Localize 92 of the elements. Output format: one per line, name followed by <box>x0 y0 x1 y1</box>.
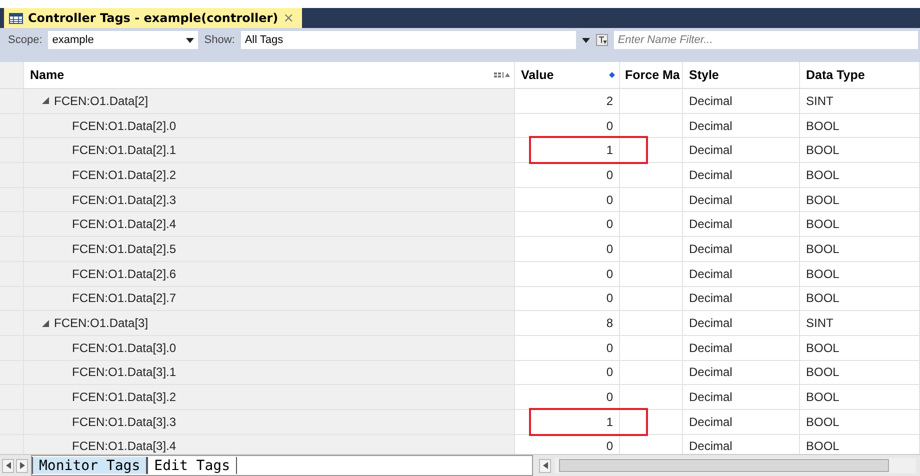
sheet-tab[interactable]: Monitor Tags <box>32 457 148 474</box>
close-icon[interactable]: × <box>283 10 294 26</box>
tag-value: 1 <box>606 414 613 429</box>
scope-dropdown[interactable]: example <box>48 31 198 49</box>
table-cell: Decimal <box>683 262 800 286</box>
table-cell: BOOL <box>800 237 920 261</box>
table-cell: BOOL <box>800 410 920 434</box>
table-cell: Decimal <box>683 360 800 384</box>
scroll-left-icon[interactable] <box>539 458 551 472</box>
document-tab[interactable]: Controller Tags - example(controller) × <box>4 8 302 28</box>
table-cell: BOOL <box>800 385 920 409</box>
tag-name: FCEN:O1.Data[2].5 <box>72 242 176 256</box>
tag-name: FCEN:O1.Data[2].0 <box>72 118 176 133</box>
scope-label: Scope: <box>8 33 42 48</box>
table-cell: Decimal <box>683 311 800 335</box>
row-header[interactable] <box>0 434 24 454</box>
collapse-icon[interactable] <box>42 97 49 104</box>
tag-value: 0 <box>606 168 613 182</box>
tag-value: 0 <box>606 242 613 256</box>
table-cell: BOOL <box>800 163 920 187</box>
tag-value: 0 <box>606 118 613 133</box>
table-cell: Decimal <box>683 138 800 162</box>
row-header[interactable] <box>0 89 24 113</box>
scrollbar-track[interactable] <box>555 458 916 473</box>
tag-name: FCEN:O1.Data[2] <box>54 94 148 108</box>
column-title: Force Ma <box>625 68 680 82</box>
show-dropdown[interactable]: All Tags <box>240 31 576 49</box>
table-cell: BOOL <box>800 336 920 360</box>
tag-name: FCEN:O1.Data[2].6 <box>72 266 176 281</box>
table-cell: Decimal <box>683 212 800 236</box>
tag-name: FCEN:O1.Data[3].4 <box>72 439 176 454</box>
table-cell: BOOL <box>800 286 920 310</box>
tag-value: 0 <box>606 365 613 380</box>
tag-value: 0 <box>606 439 613 454</box>
table-cell: Decimal <box>683 237 800 261</box>
tag-value: 8 <box>606 316 613 330</box>
filter-icon[interactable] <box>596 34 608 46</box>
tab-title: Controller Tags - example(controller) <box>28 11 278 25</box>
table-cell: Decimal <box>683 114 800 138</box>
column-chooser-icon[interactable] <box>494 72 510 78</box>
table-cell: Decimal <box>683 410 800 434</box>
tag-value: 1 <box>606 143 613 158</box>
table-cell: SINT <box>800 311 920 335</box>
scope-value: example <box>52 34 94 46</box>
scrollbar-thumb[interactable] <box>559 459 889 472</box>
tag-value: 0 <box>606 390 613 404</box>
column-title: Value <box>521 68 554 82</box>
column-header[interactable]: Name <box>24 62 515 88</box>
table-cell: BOOL <box>800 212 920 236</box>
tag-name: FCEN:O1.Data[3] <box>54 316 148 330</box>
pin-icon <box>609 72 615 78</box>
table-cell: BOOL <box>800 188 920 212</box>
caret-icon[interactable] <box>582 38 590 42</box>
table-cell: Decimal <box>683 89 800 113</box>
column-header[interactable]: Force Ma <box>620 62 683 88</box>
collapse-icon[interactable] <box>42 320 49 327</box>
name-filter-field[interactable]: Enter Name Filter... <box>614 31 918 49</box>
table-cell: Decimal <box>683 385 800 409</box>
tag-name: FCEN:O1.Data[3].3 <box>72 414 176 429</box>
tag-name: FCEN:O1.Data[2].2 <box>72 168 176 182</box>
column-header[interactable]: Value <box>515 62 620 88</box>
scroll-right-icon[interactable] <box>16 458 28 472</box>
tag-name: FCEN:O1.Data[3].1 <box>72 365 176 380</box>
sheet-tab[interactable]: Edit Tags <box>147 457 238 474</box>
tag-name: FCEN:O1.Data[2].1 <box>72 143 176 158</box>
table-cell: Decimal <box>683 336 800 360</box>
table-cell: BOOL <box>800 114 920 138</box>
tag-name: FCEN:O1.Data[3].2 <box>72 390 176 404</box>
tag-value: 0 <box>606 291 613 306</box>
tag-name: FCEN:O1.Data[2].7 <box>72 291 176 306</box>
show-label: Show: <box>204 33 235 48</box>
tag-value: 0 <box>606 266 613 281</box>
column-header[interactable]: Style <box>683 62 800 88</box>
tag-value: 0 <box>606 217 613 232</box>
table-cell: BOOL <box>800 262 920 286</box>
table-icon <box>9 12 23 24</box>
column-header[interactable]: Data Type <box>800 62 920 88</box>
tag-value: 2 <box>606 94 613 108</box>
table-cell: Decimal <box>683 188 800 212</box>
column-title: Name <box>30 68 64 82</box>
table-cell: BOOL <box>800 360 920 384</box>
table-cell: Decimal <box>683 286 800 310</box>
tag-name: FCEN:O1.Data[2].3 <box>72 192 176 207</box>
scroll-left-icon[interactable] <box>2 458 14 472</box>
tag-value: 0 <box>606 340 613 355</box>
tag-name: FCEN:O1.Data[2].4 <box>72 217 176 232</box>
table-cell: Decimal <box>683 163 800 187</box>
table-cell: BOOL <box>800 138 920 162</box>
caret-icon <box>186 38 194 42</box>
table-cell: SINT <box>800 89 920 113</box>
tag-value: 0 <box>606 192 613 207</box>
tag-name: FCEN:O1.Data[3].0 <box>72 340 176 355</box>
